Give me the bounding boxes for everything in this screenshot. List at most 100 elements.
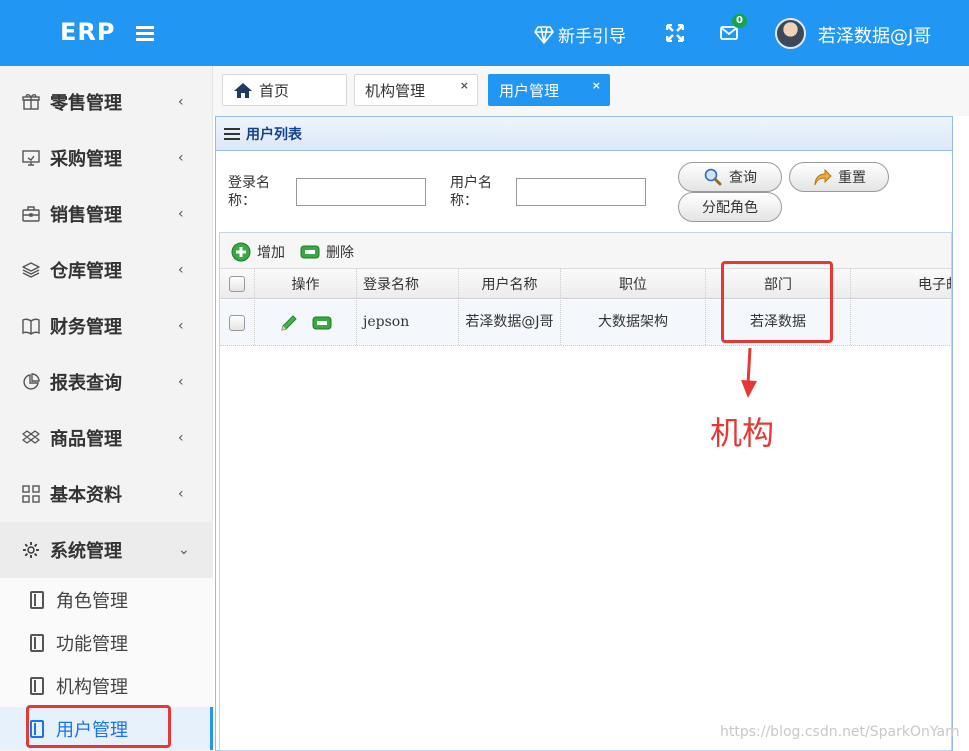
- sidebar-subitem-roles[interactable]: 角色管理: [0, 578, 213, 621]
- guide-link[interactable]: 新手引导: [534, 22, 626, 47]
- list-icon: [224, 127, 240, 140]
- column-header-email[interactable]: 电子邮: [851, 269, 951, 298]
- sidebar-item-label: 销售管理: [50, 205, 122, 226]
- grid-toolbar: 增加 删除: [220, 233, 951, 269]
- search-icon: [704, 168, 722, 186]
- sidebar-subitem-users[interactable]: 用户管理: [0, 707, 213, 750]
- sidebar-item-retail[interactable]: 零售管理 ‹: [0, 74, 213, 130]
- chevron-down-icon: ⌄: [178, 542, 190, 558]
- sidebar-item-label: 采购管理: [50, 149, 122, 170]
- briefcase-icon: [22, 206, 40, 222]
- sidebar-item-basic-data[interactable]: 基本资料 ‹: [0, 466, 213, 522]
- row-department-cell: 若泽数据: [706, 300, 851, 345]
- row-actions-cell: [255, 300, 357, 345]
- query-button-label: 查询: [729, 170, 757, 186]
- column-header-username[interactable]: 用户名称: [459, 269, 561, 298]
- sidebar-item-finance[interactable]: 财务管理 ‹: [0, 298, 213, 354]
- column-header-login[interactable]: 登录名称: [357, 269, 459, 298]
- tab-label: 用户管理: [499, 81, 560, 100]
- column-header-department[interactable]: 部门: [706, 269, 851, 298]
- sidebar-item-label: 零售管理: [50, 93, 122, 114]
- tab-label: 首页: [259, 81, 290, 100]
- tab-organizations[interactable]: 机构管理 ×: [354, 74, 478, 106]
- tab-label: 机构管理: [365, 81, 426, 100]
- close-icon[interactable]: ×: [592, 79, 601, 92]
- row-username-cell: 若泽数据@J哥: [459, 300, 561, 345]
- row-select-cell: [220, 300, 255, 345]
- sidebar-subitem-label: 用户管理: [56, 719, 128, 741]
- pie-chart-icon: [23, 373, 40, 390]
- row-login-cell: jepson: [357, 300, 459, 345]
- layers-icon: [22, 262, 40, 278]
- remove-icon[interactable]: [312, 316, 332, 330]
- tab-bar: 首页 机构管理 × 用户管理 ×: [213, 66, 969, 116]
- username-label[interactable]: 若泽数据@J哥: [818, 22, 931, 48]
- book-icon: [22, 318, 40, 335]
- column-header-position[interactable]: 职位: [561, 269, 706, 298]
- gift-icon: [22, 94, 40, 110]
- query-button[interactable]: 查询: [678, 162, 782, 192]
- tab-users[interactable]: 用户管理 ×: [488, 74, 610, 106]
- avatar[interactable]: [775, 18, 806, 49]
- sidebar-item-label: 报表查询: [50, 373, 122, 394]
- chevron-left-icon: ‹: [178, 94, 184, 110]
- sidebar-item-purchase[interactable]: 采购管理 ‹: [0, 130, 213, 186]
- grid-icon: [22, 485, 40, 503]
- panel-header: 用户列表: [216, 117, 952, 151]
- row-checkbox[interactable]: [229, 314, 245, 331]
- sidebar-subitem-label: 角色管理: [56, 590, 128, 612]
- select-all-cell: [220, 269, 255, 298]
- watermark: https://blog.csdn.net/SparkOnYarn: [720, 724, 960, 740]
- grid-header: 操作 登录名称 用户名称 职位 部门 电子邮: [220, 269, 951, 299]
- mail-button[interactable]: 0: [720, 14, 747, 41]
- sidebar-subitem-functions[interactable]: 功能管理: [0, 621, 213, 664]
- add-button[interactable]: 增加: [231, 242, 285, 262]
- table-row[interactable]: jepson 若泽数据@J哥 大数据架构 若泽数据: [220, 300, 951, 346]
- delete-button-label: 删除: [326, 245, 354, 261]
- sidebar: 零售管理 ‹ 采购管理 ‹ 销售管理 ‹ 仓库管理 ‹ 财务管理 ‹ 报表查询 …: [0, 66, 213, 751]
- gear-icon: [23, 542, 39, 558]
- sidebar-subitem-label: 功能管理: [56, 633, 128, 655]
- assign-role-button[interactable]: 分配角色: [678, 192, 782, 222]
- close-icon[interactable]: ×: [460, 79, 469, 92]
- add-icon: [231, 242, 251, 262]
- user-grid: 增加 删除 操作 登录名称 用户名称 职位 部门 电子邮 jepson 若泽数据…: [219, 232, 952, 751]
- chevron-left-icon: ‹: [178, 374, 184, 390]
- assign-role-button-label: 分配角色: [702, 200, 758, 216]
- chevron-left-icon: ‹: [178, 206, 184, 222]
- remove-icon: [300, 245, 320, 259]
- menu-toggle-icon[interactable]: [136, 26, 154, 41]
- sidebar-item-reports[interactable]: 报表查询 ‹: [0, 354, 213, 410]
- login-name-label: 登录名 称：: [228, 175, 270, 209]
- select-all-checkbox[interactable]: [229, 275, 245, 292]
- row-email-cell: [851, 300, 951, 345]
- tab-home[interactable]: 首页: [222, 74, 347, 106]
- annotation-label: 机构: [710, 414, 775, 452]
- chevron-left-icon: ‹: [178, 150, 184, 166]
- dropbox-icon: [22, 430, 40, 444]
- chevron-left-icon: ‹: [178, 486, 184, 502]
- column-header-actions[interactable]: 操作: [255, 269, 357, 298]
- sidebar-item-system[interactable]: 系统管理 ⌄: [0, 522, 213, 578]
- sidebar-subitem-organizations[interactable]: 机构管理: [0, 664, 213, 707]
- reset-button[interactable]: 重置: [789, 162, 889, 192]
- edit-pencil-icon[interactable]: [280, 314, 298, 332]
- user-name-label: 用户名 称：: [450, 175, 492, 209]
- sidebar-item-sales[interactable]: 销售管理 ‹: [0, 186, 213, 242]
- delete-button[interactable]: 删除: [300, 242, 354, 262]
- fullscreen-icon[interactable]: [666, 24, 684, 42]
- user-name-input[interactable]: [516, 178, 646, 206]
- guide-label: 新手引导: [558, 27, 626, 47]
- notebook-icon: [30, 590, 44, 609]
- sidebar-item-label: 仓库管理: [50, 261, 122, 282]
- chevron-left-icon: ‹: [178, 262, 184, 278]
- sidebar-item-warehouse[interactable]: 仓库管理 ‹: [0, 242, 213, 298]
- chevron-left-icon: ‹: [178, 430, 184, 446]
- diamond-icon: [534, 25, 554, 44]
- login-name-input[interactable]: [296, 178, 426, 206]
- sidebar-item-products[interactable]: 商品管理 ‹: [0, 410, 213, 466]
- sidebar-item-label: 商品管理: [50, 429, 122, 450]
- notebook-icon: [30, 633, 44, 652]
- undo-arrow-icon: [814, 168, 832, 186]
- notebook-icon: [30, 676, 44, 695]
